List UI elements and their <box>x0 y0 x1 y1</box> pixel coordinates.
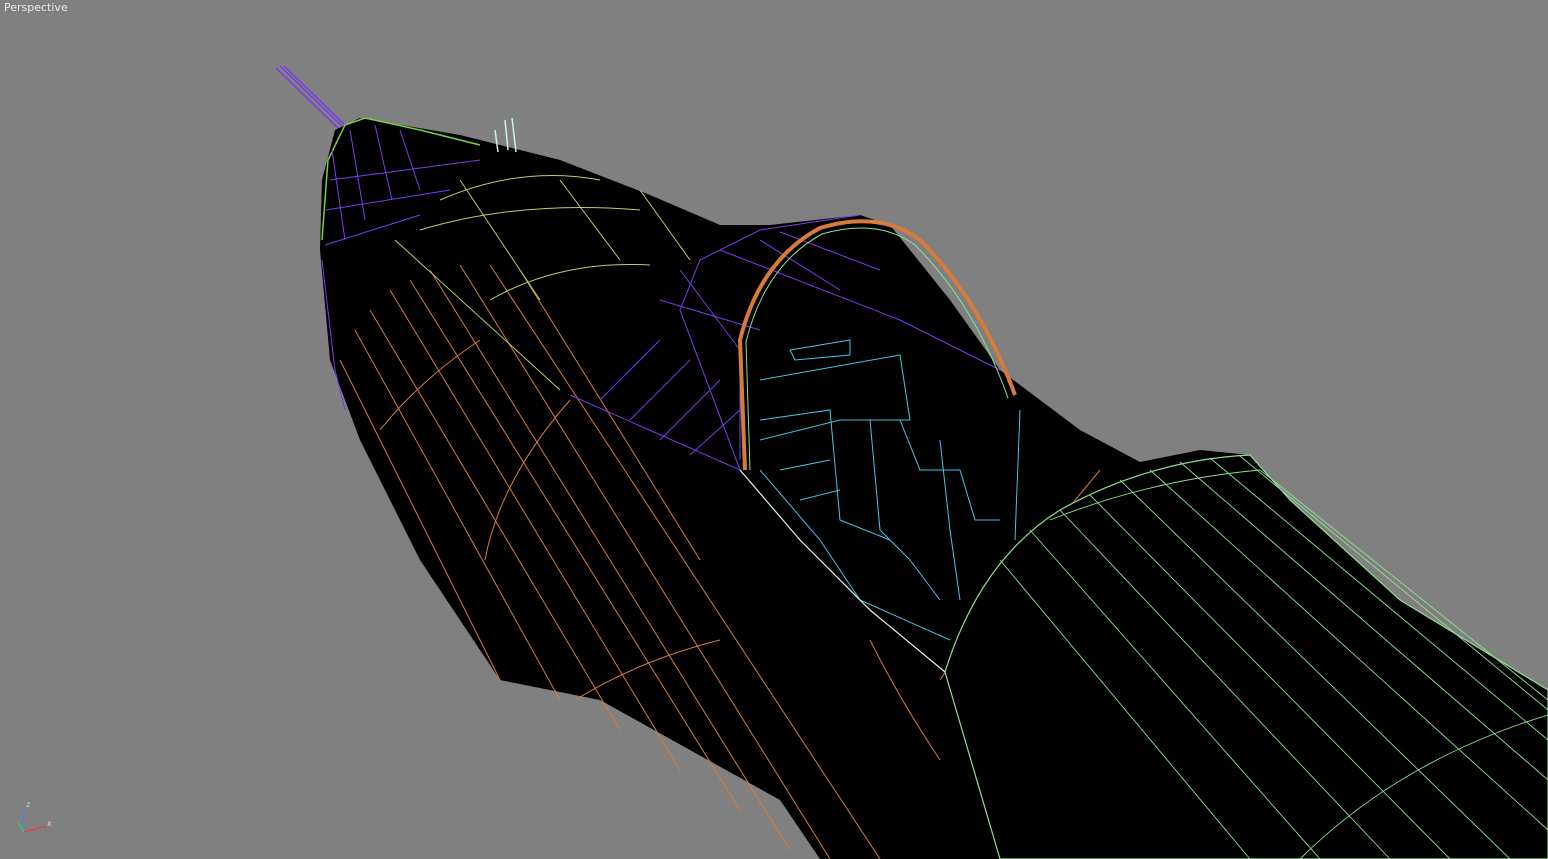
axis-y-line <box>17 821 25 833</box>
axis-gizmo: z x <box>17 800 52 833</box>
axis-x-line <box>23 825 47 833</box>
axis-x-label: x <box>47 819 52 828</box>
axis-z-label: z <box>26 800 30 809</box>
perspective-viewport[interactable]: Perspective z x <box>0 0 1548 859</box>
